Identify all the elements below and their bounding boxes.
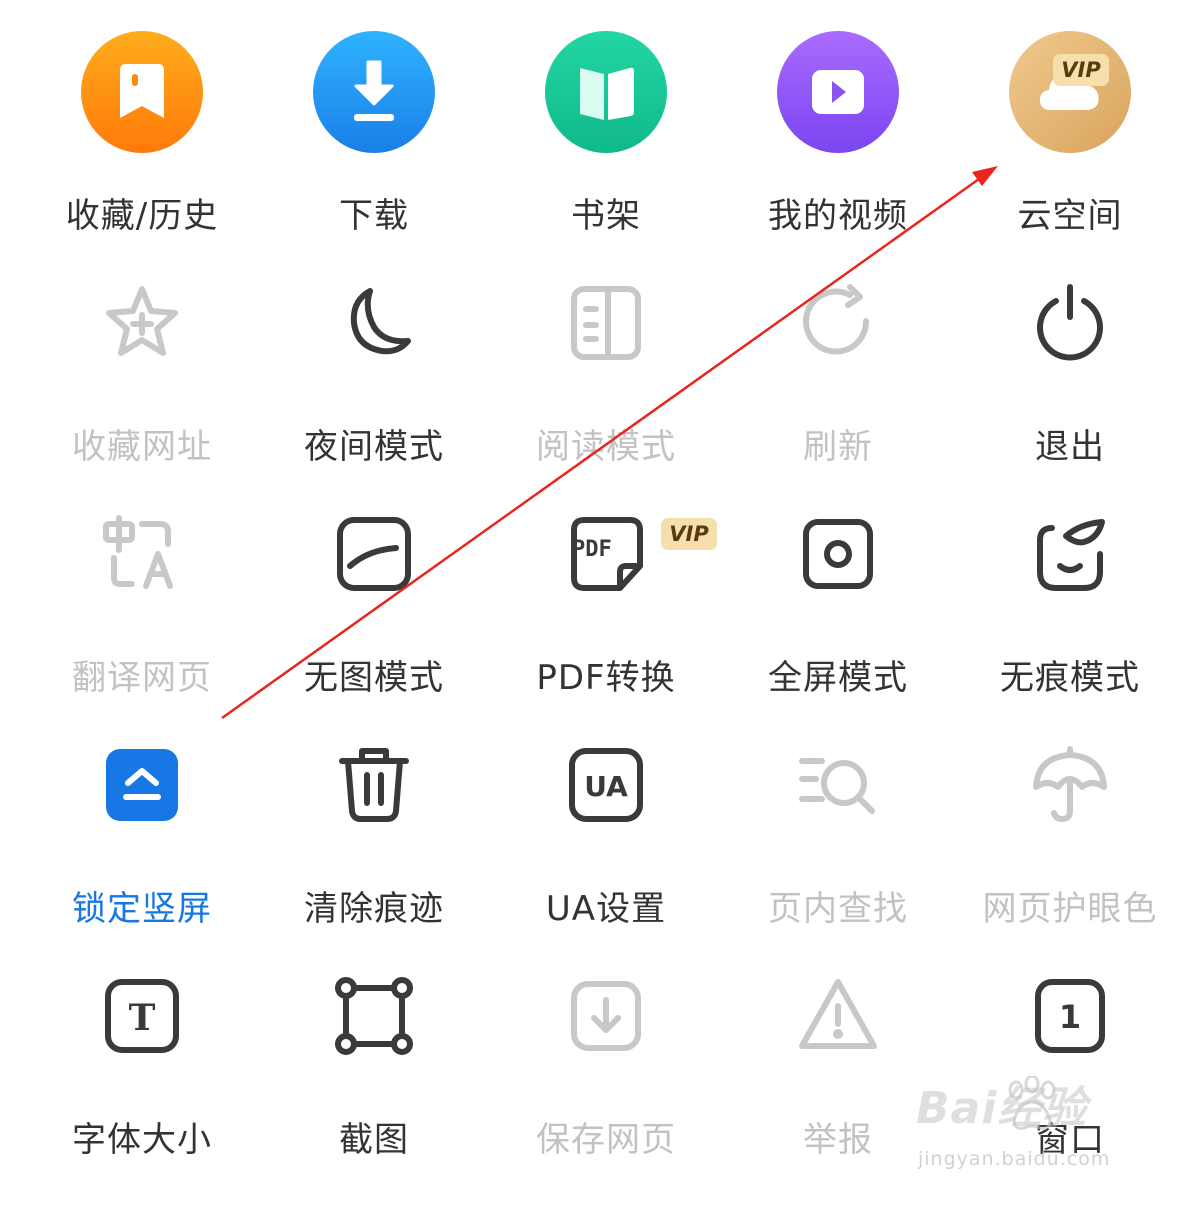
watermark-sub-text: jingyan.baidu.com [918, 1148, 1111, 1170]
menu-item-find-in-page[interactable]: 页内查找 [722, 723, 954, 954]
menu-item-night-mode[interactable]: 夜间模式 [258, 261, 490, 492]
bookmark-icon [80, 30, 204, 154]
menu-item-label: 阅读模式 [536, 427, 676, 467]
font-icon-text: T [129, 997, 156, 1039]
menu-item-label: 刷新 [803, 427, 873, 467]
menu-item-bookmark-url[interactable]: 收藏网址 [26, 261, 258, 492]
book-icon [544, 30, 668, 154]
menu-item-label: 字体大小 [72, 1120, 212, 1160]
menu-item-favorites-history[interactable]: 收藏/历史 [26, 30, 258, 261]
menu-item-label: 书架 [571, 196, 641, 236]
watermark-main-text: Bai经验 [916, 1083, 1088, 1134]
menu-item-exit[interactable]: 退出 [954, 261, 1186, 492]
menu-item-lock-portrait[interactable]: 锁定竖屏 [26, 723, 258, 954]
menu-item-label: 无痕模式 [1000, 658, 1140, 698]
menu-item-label: 下载 [339, 196, 409, 236]
menu-item-bookshelf[interactable]: 书架 [490, 30, 722, 261]
menu-item-label: 我的视频 [768, 196, 908, 236]
vip-badge: VIP [1053, 54, 1109, 86]
menu-item-no-image-mode[interactable]: 无图模式 [258, 492, 490, 723]
menu-item-font-size[interactable]: T 字体大小 [26, 954, 258, 1185]
ua-icon: UA [544, 723, 668, 847]
menu-item-translate-page[interactable]: 翻译网页 [26, 492, 258, 723]
baidu-jingyan-watermark: Bai经验 jingyan.baidu.com [912, 1072, 1152, 1182]
lock-portrait-icon [80, 723, 204, 847]
menu-item-label: 收藏网址 [72, 427, 212, 467]
menu-item-save-page[interactable]: 保存网页 [490, 954, 722, 1185]
find-in-page-icon [776, 723, 900, 847]
menu-item-label: 页内查找 [768, 889, 908, 929]
incognito-icon [1008, 492, 1132, 616]
font-size-icon: T [80, 954, 204, 1078]
menu-item-label: 收藏/历史 [65, 196, 219, 236]
umbrella-icon [1008, 723, 1132, 847]
fullscreen-icon [776, 492, 900, 616]
menu-item-label: 无图模式 [304, 658, 444, 698]
menu-item-clear-history[interactable]: 清除痕迹 [258, 723, 490, 954]
menu-item-my-videos[interactable]: 我的视频 [722, 30, 954, 261]
menu-item-label: 夜间模式 [304, 427, 444, 467]
menu-item-label: 翻译网页 [72, 658, 212, 698]
menu-item-label: 退出 [1035, 427, 1105, 467]
video-play-icon [776, 30, 900, 154]
menu-item-reading-mode[interactable]: 阅读模式 [490, 261, 722, 492]
trash-icon [312, 723, 436, 847]
menu-item-refresh[interactable]: 刷新 [722, 261, 954, 492]
refresh-icon [776, 261, 900, 385]
warning-icon [776, 954, 900, 1078]
pdf-icon-text: PDF [572, 537, 612, 562]
menu-item-cloud-space[interactable]: VIP 云空间 [954, 30, 1186, 261]
menu-item-fullscreen-mode[interactable]: 全屏模式 [722, 492, 954, 723]
menu-item-label: 锁定竖屏 [72, 889, 212, 929]
menu-item-label: 保存网页 [536, 1120, 676, 1160]
power-icon [1008, 261, 1132, 385]
menu-item-label: 全屏模式 [768, 658, 908, 698]
menu-item-incognito-mode[interactable]: 无痕模式 [954, 492, 1186, 723]
no-image-icon [312, 492, 436, 616]
menu-item-screenshot[interactable]: 截图 [258, 954, 490, 1185]
menu-item-pdf-convert[interactable]: PDF VIP PDF转换 [490, 492, 722, 723]
reader-icon [544, 261, 668, 385]
screenshot-icon [312, 954, 436, 1078]
translate-icon [80, 492, 204, 616]
window-count-icon: 1 [1008, 954, 1132, 1078]
moon-icon [312, 261, 436, 385]
menu-item-label: UA设置 [545, 889, 667, 929]
browser-menu-grid: 收藏/历史 下载 书架 我的视频 VIP 云空间 收藏网址 夜间模式 阅读模式 … [26, 30, 1186, 1180]
star-plus-icon [80, 261, 204, 385]
menu-item-label: 截图 [339, 1120, 409, 1160]
save-page-icon [544, 954, 668, 1078]
menu-item-ua-settings[interactable]: UA UA设置 [490, 723, 722, 954]
vip-badge: VIP [661, 518, 717, 550]
window-count: 1 [1059, 998, 1081, 1036]
download-icon [312, 30, 436, 154]
pdf-icon: PDF [544, 492, 668, 616]
ua-icon-text: UA [584, 770, 628, 803]
menu-item-label: PDF转换 [536, 658, 676, 698]
menu-item-label: 网页护眼色 [982, 889, 1158, 929]
menu-item-label: 清除痕迹 [304, 889, 444, 929]
cloud-icon [1008, 30, 1132, 154]
menu-item-label: 云空间 [1017, 196, 1123, 236]
menu-item-download[interactable]: 下载 [258, 30, 490, 261]
menu-item-eye-protection[interactable]: 网页护眼色 [954, 723, 1186, 954]
